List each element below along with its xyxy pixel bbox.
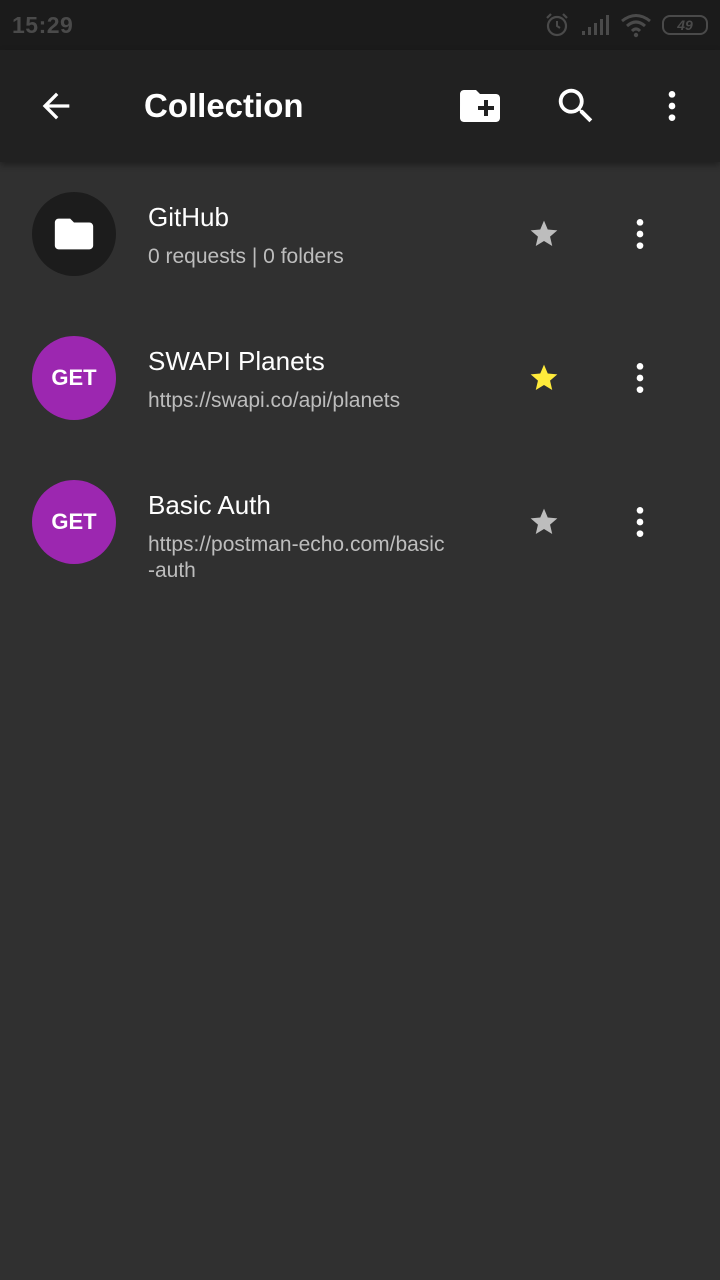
page-title: Collection xyxy=(144,87,304,124)
item-subtitle: https://swapi.co/api/planets xyxy=(148,389,401,412)
list-item-basic-auth[interactable]: GET Basic Auth https://postman-echo.com/… xyxy=(0,450,720,594)
search-button[interactable] xyxy=(540,50,612,162)
back-button[interactable] xyxy=(20,50,92,162)
star-icon xyxy=(530,508,558,534)
more-vert-icon xyxy=(636,363,644,393)
status-time: 15:29 xyxy=(12,11,74,38)
list-item-swapi-planets[interactable]: GET SWAPI Planets https://swapi.co/api/p… xyxy=(0,306,720,450)
item-title: GitHub xyxy=(148,202,229,232)
folder-icon xyxy=(54,218,94,250)
star-icon xyxy=(530,220,558,246)
favorite-toggle[interactable] xyxy=(514,348,574,408)
battery-icon: 49 xyxy=(662,15,708,35)
list-item-github[interactable]: GitHub 0 requests | 0 folders xyxy=(0,162,720,306)
app-bar: Collection xyxy=(0,50,720,162)
method-badge: GET xyxy=(32,336,116,420)
item-more-button[interactable] xyxy=(610,492,670,552)
item-title: Basic Auth xyxy=(148,490,271,520)
wifi-icon xyxy=(620,12,652,38)
overflow-menu-button[interactable] xyxy=(636,50,708,162)
alarm-icon xyxy=(544,12,570,38)
back-arrow-icon xyxy=(42,92,70,120)
item-more-button[interactable] xyxy=(610,204,670,264)
item-title: SWAPI Planets xyxy=(148,346,325,376)
item-more-button[interactable] xyxy=(610,348,670,408)
more-vert-icon xyxy=(636,219,644,249)
signal-icon xyxy=(580,13,610,37)
search-icon xyxy=(558,88,593,123)
new-folder-button[interactable] xyxy=(444,50,516,162)
folder-avatar xyxy=(32,192,116,276)
more-vert-icon xyxy=(668,91,676,121)
favorite-toggle[interactable] xyxy=(514,204,574,264)
item-subtitle: 0 requests | 0 folders xyxy=(148,245,344,268)
more-vert-icon xyxy=(636,507,644,537)
status-bar: 15:29 49 xyxy=(0,0,720,50)
favorite-toggle[interactable] xyxy=(514,492,574,552)
status-icons: 49 xyxy=(544,12,708,38)
item-subtitle: https://postman-echo.com/basic-auth xyxy=(148,533,445,582)
collection-list: GitHub 0 requests | 0 folders GET SWAPI … xyxy=(0,162,720,594)
star-filled-icon xyxy=(530,364,558,390)
create-new-folder-icon xyxy=(460,90,500,122)
method-badge: GET xyxy=(32,480,116,564)
